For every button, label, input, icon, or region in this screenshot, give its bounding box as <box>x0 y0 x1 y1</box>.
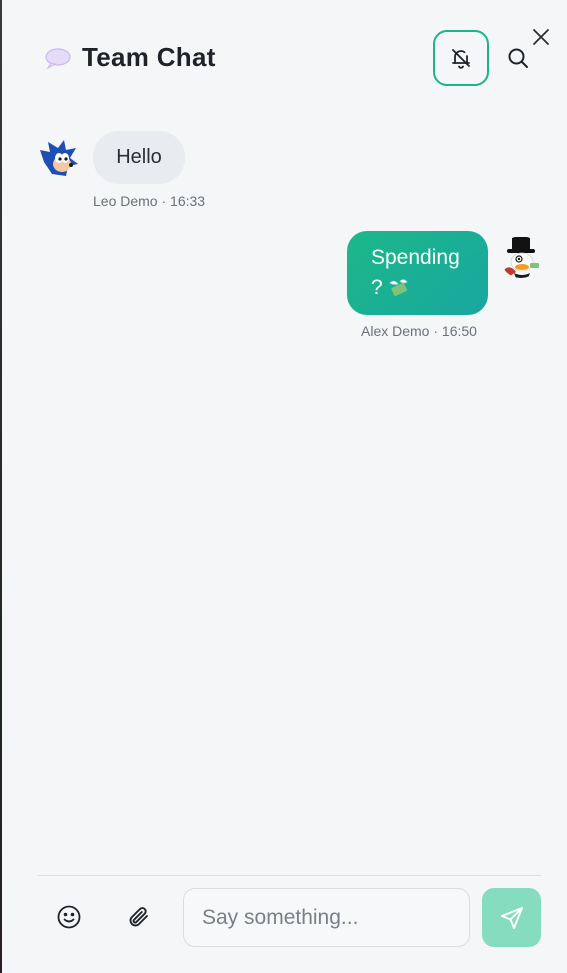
chat-header: Team Chat <box>0 0 567 110</box>
composer-divider <box>38 875 541 876</box>
message-text: Hello <box>116 146 162 168</box>
message-text-line: ? <box>371 273 472 303</box>
hedgehog-avatar-icon <box>38 138 80 180</box>
search-icon <box>508 48 528 68</box>
attach-button[interactable] <box>124 902 154 932</box>
window-edge <box>0 0 2 973</box>
bell-off-icon <box>452 49 470 69</box>
page-title: Team Chat <box>82 42 216 72</box>
message-input[interactable] <box>183 888 470 947</box>
close-button[interactable] <box>528 24 554 50</box>
message-text-question: ? <box>371 276 383 299</box>
message-meta: Leo Demo · 16:33 <box>93 193 206 209</box>
avatar[interactable] <box>38 138 80 180</box>
message-bubble-incoming: Hello <box>93 131 185 184</box>
avatar[interactable] <box>500 236 542 278</box>
mute-notifications-button[interactable] <box>433 30 489 86</box>
message-bubble-outgoing: Spending ? <box>347 231 488 315</box>
close-icon <box>533 29 549 45</box>
send-button[interactable] <box>482 888 541 947</box>
smiley-icon <box>57 905 81 929</box>
money-with-wings-icon <box>389 279 408 296</box>
paperclip-icon <box>129 907 148 927</box>
emoji-button[interactable] <box>54 902 84 932</box>
send-icon <box>500 906 523 929</box>
message-meta: Alex Demo · 16:50 <box>361 323 477 339</box>
speech-bubble-icon <box>45 47 71 69</box>
message-text-line: Spending <box>371 246 460 269</box>
title-area: Team Chat <box>44 42 216 73</box>
duck-top-hat-avatar-icon <box>500 236 542 278</box>
